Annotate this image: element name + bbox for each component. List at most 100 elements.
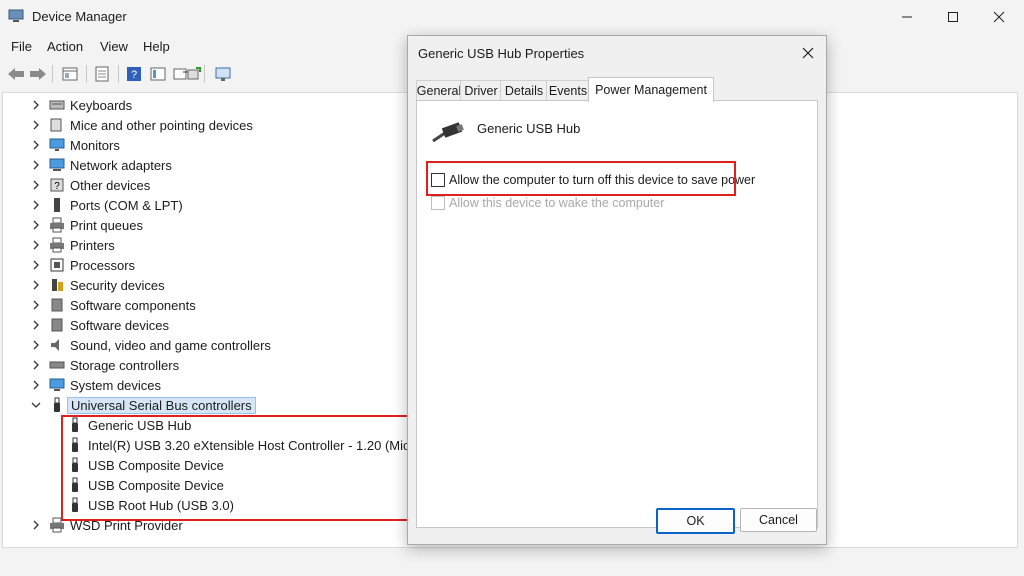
monitor-scan-icon[interactable] — [214, 64, 234, 84]
menu-view[interactable]: View — [100, 39, 128, 54]
tab-driver[interactable]: Driver — [460, 80, 502, 101]
tree-item-label: Processors — [70, 257, 136, 273]
device-manager-icon — [8, 8, 24, 24]
toolbar-separator — [52, 65, 53, 83]
maximize-button[interactable] — [930, 0, 976, 34]
chevron-down-icon[interactable] — [31, 400, 41, 410]
properties-grid-icon[interactable] — [60, 64, 80, 84]
svg-text:?: ? — [131, 69, 137, 81]
toolbar-separator — [204, 65, 205, 83]
software-icon — [49, 297, 65, 313]
dialog-close-icon[interactable] — [796, 42, 820, 64]
cancel-button[interactable]: Cancel — [740, 508, 817, 532]
chevron-right-icon[interactable] — [31, 300, 41, 310]
close-button[interactable] — [976, 0, 1022, 34]
tree-item-category[interactable]: ? Other devices — [31, 175, 150, 195]
speaker-icon — [49, 337, 65, 353]
view-details-icon[interactable] — [148, 64, 168, 84]
tree-item-category[interactable]: Mice and other pointing devices — [31, 115, 253, 135]
tree-item-label: Ports (COM & LPT) — [70, 197, 183, 213]
tree-item-category[interactable]: Software components — [31, 295, 196, 315]
tree-item-label: System devices — [70, 377, 162, 393]
add-driver-icon[interactable] — [184, 64, 204, 84]
chevron-right-icon[interactable] — [31, 140, 41, 150]
usb-icon — [49, 397, 65, 413]
system-icon — [49, 377, 65, 393]
chevron-right-icon[interactable] — [31, 340, 41, 350]
ok-button[interactable]: OK — [656, 508, 735, 534]
tree-item-category[interactable]: Storage controllers — [31, 355, 179, 375]
tab-power-management[interactable]: Power Management — [588, 77, 714, 102]
svg-text:?: ? — [54, 181, 60, 192]
chevron-right-icon[interactable] — [31, 280, 41, 290]
tree-item-category[interactable]: Keyboards — [31, 95, 132, 115]
chevron-right-icon[interactable] — [31, 240, 41, 250]
chevron-right-icon[interactable] — [31, 380, 41, 390]
highlight-box-power-option — [426, 161, 736, 196]
status-bar — [0, 548, 1024, 576]
tree-item-label: Sound, video and game controllers — [70, 337, 271, 353]
tree-item-category[interactable]: System devices — [31, 375, 161, 395]
tree-item-category[interactable]: Print queues — [31, 215, 143, 235]
tab-events[interactable]: Events — [546, 80, 590, 101]
device-name: Generic USB Hub — [477, 121, 581, 136]
software-icon — [49, 317, 65, 333]
tab-details[interactable]: Details — [500, 80, 548, 101]
tree-item-category[interactable]: Network adapters — [31, 155, 172, 175]
port-icon — [49, 197, 65, 213]
tree-item-category[interactable]: Security devices — [31, 275, 165, 295]
monitor-icon — [49, 137, 65, 153]
tab-general[interactable]: General — [416, 80, 462, 101]
window-title: Device Manager — [32, 9, 127, 24]
chevron-right-icon[interactable] — [31, 120, 41, 130]
tree-item-label: Monitors — [70, 137, 120, 153]
tree-item-category[interactable]: Processors — [31, 255, 135, 275]
chevron-right-icon[interactable] — [31, 160, 41, 170]
chevron-right-icon[interactable] — [31, 100, 41, 110]
printer-icon — [49, 217, 65, 233]
dialog-title: Generic USB Hub Properties — [418, 46, 585, 61]
forward-arrow-icon[interactable] — [28, 64, 48, 84]
back-arrow-icon[interactable] — [6, 64, 26, 84]
storage-icon — [49, 357, 65, 373]
toolbar-separator — [86, 65, 87, 83]
title-bar: Device Manager — [0, 0, 1024, 34]
menu-file[interactable]: File — [11, 39, 32, 54]
unknown-device-icon: ? — [49, 177, 65, 193]
tree-item-label: Storage controllers — [70, 357, 180, 373]
tree-item-category[interactable]: Software devices — [31, 315, 169, 335]
tree-item-category[interactable]: Sound, video and game controllers — [31, 335, 271, 355]
chevron-right-icon[interactable] — [31, 200, 41, 210]
help-icon[interactable]: ? — [124, 64, 144, 84]
tree-item-label: Printers — [70, 237, 115, 253]
chevron-right-icon[interactable] — [31, 320, 41, 330]
tree-item-label: Security devices — [70, 277, 165, 293]
chevron-right-icon[interactable] — [31, 360, 41, 370]
mouse-icon — [49, 117, 65, 133]
keyboard-icon — [49, 97, 65, 113]
tree-item-label: Mice and other pointing devices — [70, 117, 253, 133]
document-list-icon[interactable] — [92, 64, 112, 84]
chevron-right-icon[interactable] — [31, 220, 41, 230]
tree-item-category[interactable]: Monitors — [31, 135, 120, 155]
minimize-button[interactable] — [884, 0, 930, 34]
properties-dialog: Generic USB Hub Properties General Drive… — [407, 35, 827, 545]
security-icon — [49, 277, 65, 293]
tree-item-label: Software devices — [70, 317, 169, 333]
chevron-right-icon[interactable] — [31, 520, 41, 530]
menu-action[interactable]: Action — [47, 39, 83, 54]
allow-wake-label: Allow this device to wake the computer — [449, 196, 665, 210]
device-manager-window: Device Manager File Action View Help ? K… — [0, 0, 1024, 576]
tree-item-category[interactable]: Printers — [31, 235, 115, 255]
printer-icon — [49, 237, 65, 253]
toolbar-separator — [118, 65, 119, 83]
tree-item-category[interactable]: Ports (COM & LPT) — [31, 195, 183, 215]
chevron-right-icon[interactable] — [31, 260, 41, 270]
menu-help[interactable]: Help — [143, 39, 170, 54]
tree-item-label: Universal Serial Bus controllers — [67, 396, 256, 414]
chevron-right-icon[interactable] — [31, 180, 41, 190]
processor-icon — [49, 257, 65, 273]
tree-item-label: Network adapters — [70, 157, 172, 173]
tree-item-usb-controllers[interactable]: Universal Serial Bus controllers — [31, 395, 256, 415]
tree-item-label: Software components — [70, 297, 196, 313]
